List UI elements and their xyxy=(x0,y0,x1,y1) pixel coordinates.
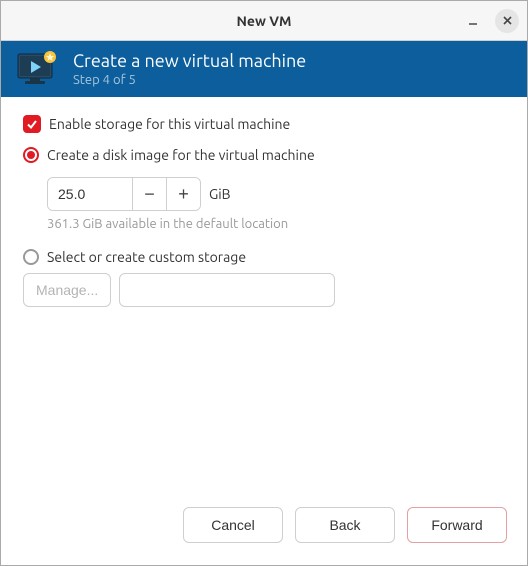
disk-size-row: − + GiB xyxy=(47,177,505,211)
enable-storage-label: Enable storage for this virtual machine xyxy=(49,116,290,132)
monitor-icon xyxy=(17,51,59,87)
wizard-step: Step 4 of 5 xyxy=(73,73,306,87)
minimize-button[interactable] xyxy=(461,9,485,33)
available-hint: 361.3 GiB available in the default locat… xyxy=(47,217,505,231)
manage-button[interactable]: Manage... xyxy=(23,273,111,307)
create-disk-label: Create a disk image for the virtual mach… xyxy=(47,147,315,163)
header-text: Create a new virtual machine Step 4 of 5 xyxy=(73,51,306,87)
create-disk-row: Create a disk image for the virtual mach… xyxy=(23,147,505,163)
disk-size-unit: GiB xyxy=(209,186,231,202)
custom-path-input[interactable] xyxy=(119,273,335,307)
close-button[interactable] xyxy=(495,9,519,33)
disk-size-input[interactable] xyxy=(48,178,132,210)
back-button[interactable]: Back xyxy=(295,507,395,543)
titlebar: New VM xyxy=(1,1,527,41)
window-controls xyxy=(461,9,519,33)
footer: Cancel Back Forward xyxy=(1,493,527,565)
enable-storage-row: Enable storage for this virtual machine xyxy=(23,115,505,133)
disk-size-decrement[interactable]: − xyxy=(132,178,166,210)
custom-storage-label: Select or create custom storage xyxy=(47,249,246,265)
disk-size-spinner: − + xyxy=(47,177,201,211)
create-disk-radio[interactable] xyxy=(23,147,39,163)
wizard-header: Create a new virtual machine Step 4 of 5 xyxy=(1,41,527,97)
enable-storage-checkbox[interactable] xyxy=(23,115,41,133)
custom-storage-radio[interactable] xyxy=(23,249,39,265)
wizard-title: Create a new virtual machine xyxy=(73,51,306,71)
custom-storage-row: Select or create custom storage xyxy=(23,249,505,265)
forward-button[interactable]: Forward xyxy=(407,507,507,543)
custom-storage-controls: Manage... xyxy=(23,273,505,307)
cancel-button[interactable]: Cancel xyxy=(183,507,283,543)
disk-size-increment[interactable]: + xyxy=(166,178,200,210)
content-area: Enable storage for this virtual machine … xyxy=(1,97,527,493)
window-title: New VM xyxy=(1,13,527,29)
